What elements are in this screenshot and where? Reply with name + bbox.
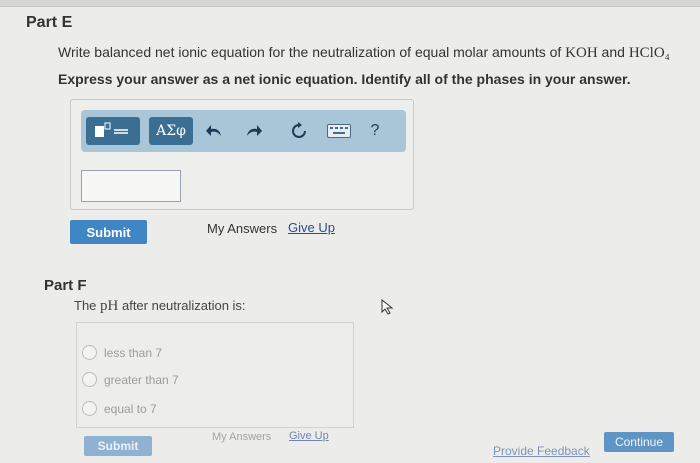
continue-button[interactable]: Continue (604, 432, 674, 452)
question-text: Write balanced net ionic equation for th… (58, 44, 566, 60)
chem-formula-hclo4: HClO₄ (628, 45, 670, 61)
question-suffix: after neutralization is: (118, 298, 246, 313)
answer-options: less than 7 greater than 7 equal to 7 (76, 322, 354, 428)
question-and: and (597, 44, 629, 60)
part-f-my-answers-link[interactable]: My Answers (212, 431, 271, 443)
radio-icon[interactable] (82, 401, 97, 416)
answer-input[interactable] (81, 170, 181, 202)
question-prefix: The (74, 298, 101, 313)
part-f-question: The pH after neutralization is: (74, 298, 246, 315)
give-up-link[interactable]: Give Up (288, 220, 335, 235)
redo-icon[interactable] (241, 117, 265, 145)
templates-button[interactable] (86, 117, 140, 145)
part-f-heading: Part F (44, 277, 87, 294)
radio-icon[interactable] (82, 345, 97, 360)
greek-symbols-button[interactable]: ΑΣφ (149, 117, 193, 145)
part-e-heading: Part E (26, 14, 73, 31)
option-less-than-7[interactable]: less than 7 (82, 345, 162, 360)
option-label: less than 7 (104, 345, 163, 360)
provide-feedback-link[interactable]: Provide Feedback (493, 444, 590, 458)
templates-icon (95, 122, 128, 137)
option-equal-to-7[interactable]: equal to 7 (82, 401, 157, 416)
chem-ph: pH (100, 298, 119, 314)
chem-formula-koh: KOH (565, 45, 598, 61)
help-button[interactable]: ? (363, 117, 387, 145)
submit-button[interactable]: Submit (70, 220, 147, 244)
radio-icon[interactable] (82, 372, 97, 387)
part-f-submit-button[interactable]: Submit (84, 436, 152, 456)
math-toolbar: ΑΣφ ? (81, 110, 406, 152)
option-greater-than-7[interactable]: greater than 7 (82, 372, 179, 387)
reset-icon[interactable] (287, 117, 311, 145)
option-label: greater than 7 (104, 372, 179, 387)
top-divider (0, 0, 700, 7)
my-answers-link[interactable]: My Answers (207, 221, 277, 236)
part-e-question: Write balanced net ionic equation for th… (58, 44, 670, 62)
option-label: equal to 7 (104, 401, 157, 416)
part-f-give-up-link[interactable]: Give Up (289, 430, 329, 442)
keyboard-icon[interactable] (325, 117, 353, 145)
part-e-instruction: Express your answer as a net ionic equat… (58, 71, 631, 87)
mouse-cursor-icon (381, 298, 395, 320)
answer-editor: ΑΣφ ? (70, 99, 414, 210)
undo-icon[interactable] (203, 117, 227, 145)
